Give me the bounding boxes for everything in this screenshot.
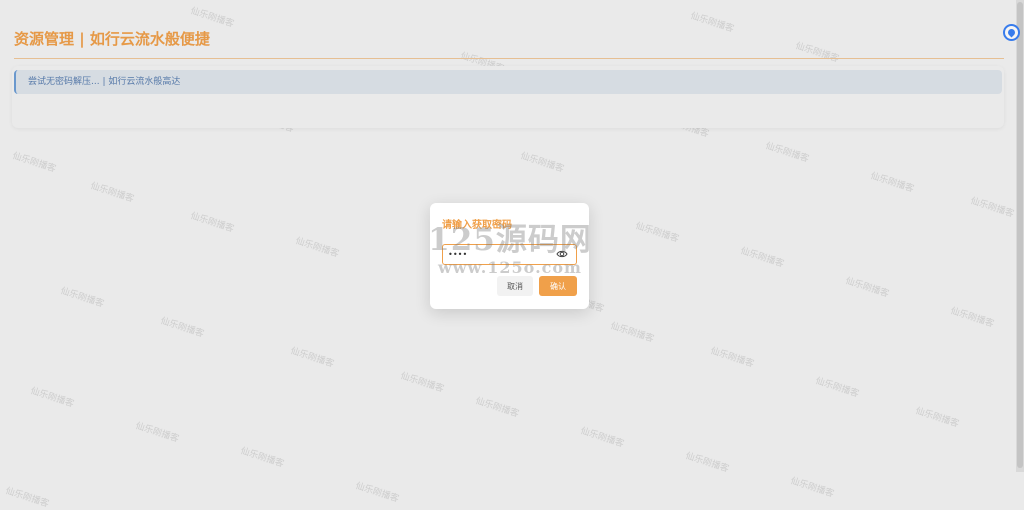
dialog-title: 请输入获取密码 [442, 220, 512, 231]
cancel-button[interactable]: 取消 [497, 276, 533, 296]
confirm-button[interactable]: 确认 [539, 276, 577, 296]
password-dialog: 请输入获取密码 取消 确认 [430, 203, 589, 309]
page: 仙乐刚播客 仙乐刚播客 仙乐刚播客 仙乐刚播客 仙乐刚播客 仙乐刚播客 仙乐刚播… [0, 0, 1024, 510]
eye-icon[interactable] [556, 248, 568, 260]
